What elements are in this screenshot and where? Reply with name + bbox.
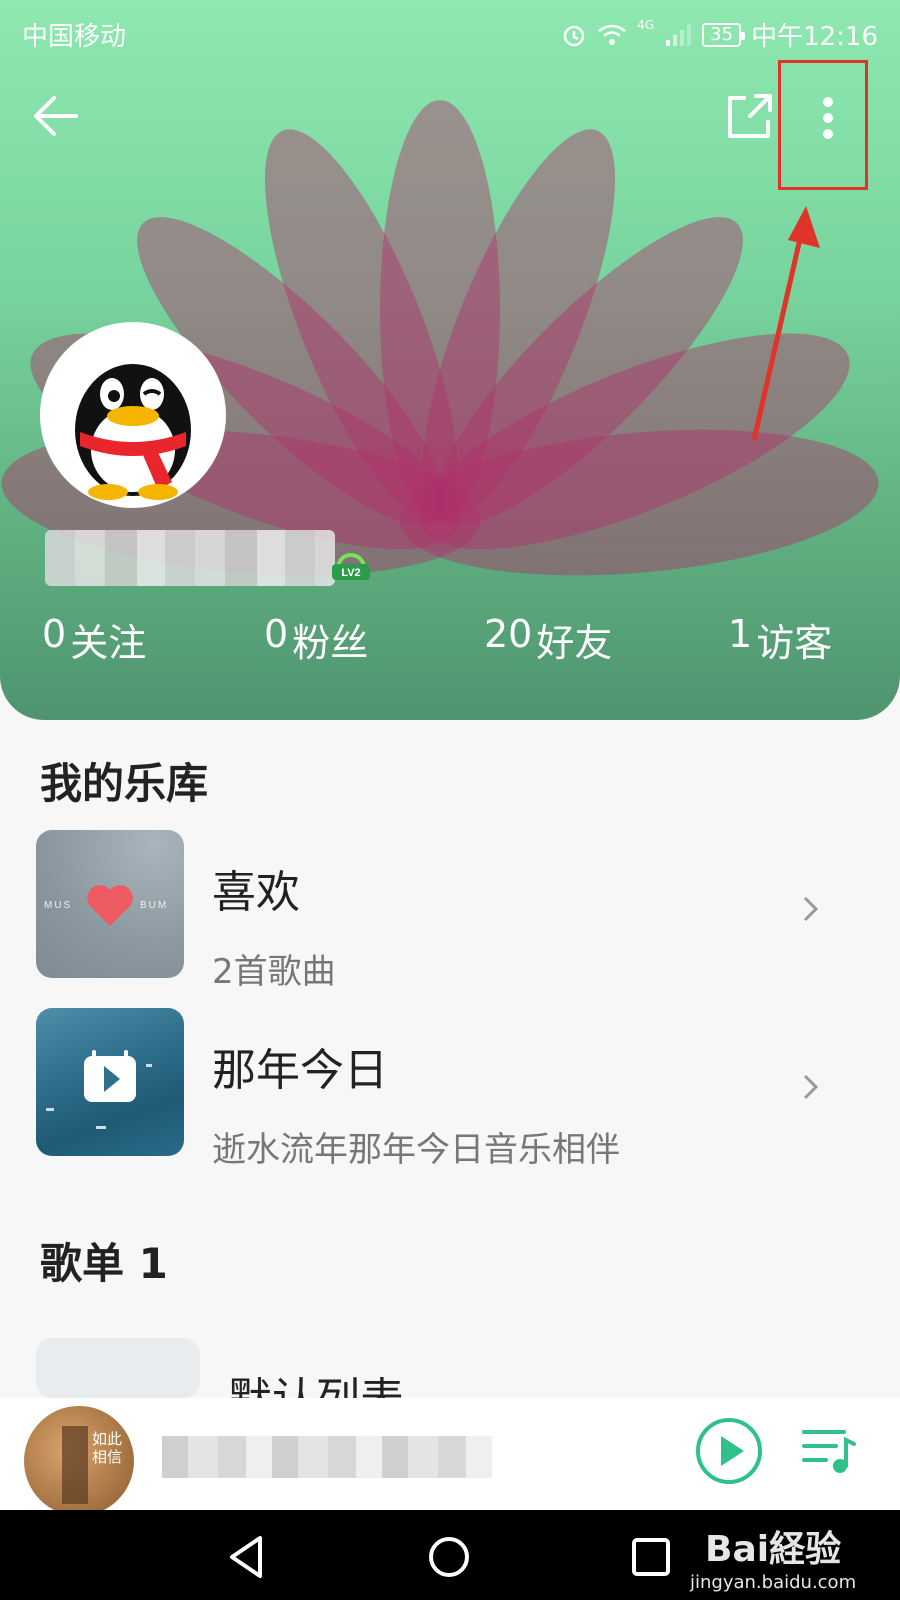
on-this-day-cover [36,1008,184,1156]
library-item-subtitle: 2首歌曲 [212,952,336,992]
calendar-play-icon [46,1050,152,1129]
playlist-item-title[interactable]: 默认列表 [228,1376,404,1400]
playlist-cover[interactable] [36,1338,200,1398]
clock-label: 中午12:16 [751,22,878,52]
watermark-logo: Bai経验 [705,1529,842,1570]
nav-recents-icon[interactable] [626,1532,676,1582]
playlist-queue-icon[interactable] [800,1424,856,1478]
stat-value: 1 [728,612,753,656]
share-icon[interactable] [720,88,778,146]
stat-visitors[interactable]: 1 访客 [728,612,832,667]
avatar[interactable] [40,322,226,508]
signal-icon [666,23,692,46]
level-badge: LV2 [332,553,370,580]
mini-player[interactable]: 如此 相信 [0,1398,900,1516]
now-playing-title-blurred [162,1436,492,1478]
penguin-avatar-icon [75,364,191,500]
stat-value: 0 [42,612,67,656]
network-type-label: 4G [637,17,655,32]
stat-label: 粉丝 [292,621,369,665]
stat-followers[interactable]: 0 粉丝 [264,612,368,667]
username-blurred [45,530,335,586]
play-button-icon[interactable] [694,1416,764,1486]
watermark: Bai経验 jingyan.baidu.com [690,1520,856,1593]
back-arrow-icon[interactable] [28,88,84,144]
stat-friends[interactable]: 20 好友 [484,612,612,667]
level-label: LV2 [341,567,360,579]
library-item-liked[interactable]: MUS BUM 喜欢 2首歌曲 [36,830,866,992]
liked-cover: MUS BUM [36,830,184,978]
chevron-right-icon [803,896,819,922]
stat-label: 关注 [70,621,147,665]
cover-text-left: MUS [44,900,72,911]
stat-label: 访客 [756,621,833,665]
nav-home-icon[interactable] [424,1532,474,1582]
playlist-section-title: 歌单 1 [40,1239,168,1288]
stat-following[interactable]: 0 关注 [42,612,146,667]
profile-header: 中国移动 4G 35 中午12:16 LV2 0 关注 0 粉丝 20 好友 1… [0,0,900,720]
battery-indicator: 35 [702,22,745,47]
carrier-label: 中国移动 [22,22,127,52]
now-playing-cover[interactable]: 如此 相信 [24,1406,134,1516]
library-item-on-this-day[interactable]: 那年今日 逝水流年那年今日音乐相伴 [36,1008,866,1170]
profile-stats: 0 关注 0 粉丝 20 好友 1 访客 [0,612,900,672]
wifi-icon [598,24,626,45]
nav-back-icon[interactable] [222,1532,272,1582]
stat-value: 20 [484,612,533,656]
library-item-title: 喜欢 [212,867,300,918]
watermark-url: jingyan.baidu.com [690,1572,857,1593]
stat-label: 好友 [536,621,613,665]
library-item-title: 那年今日 [212,1045,388,1096]
chevron-right-icon [803,1074,819,1100]
cover-text: 如此 相信 [92,1430,123,1466]
annotation-highlight-box [778,60,868,190]
alarm-icon [563,25,585,46]
heart-icon: MUS BUM [44,885,168,926]
stat-value: 0 [264,612,289,656]
library-item-subtitle: 逝水流年那年今日音乐相伴 [212,1130,620,1170]
annotation-arrow [751,206,820,441]
cover-text-right: BUM [140,900,168,911]
status-bar: 中国移动 4G 35 中午12:16 [0,0,900,62]
cover-figure [62,1426,88,1504]
library-section-title: 我的乐库 [40,759,209,808]
